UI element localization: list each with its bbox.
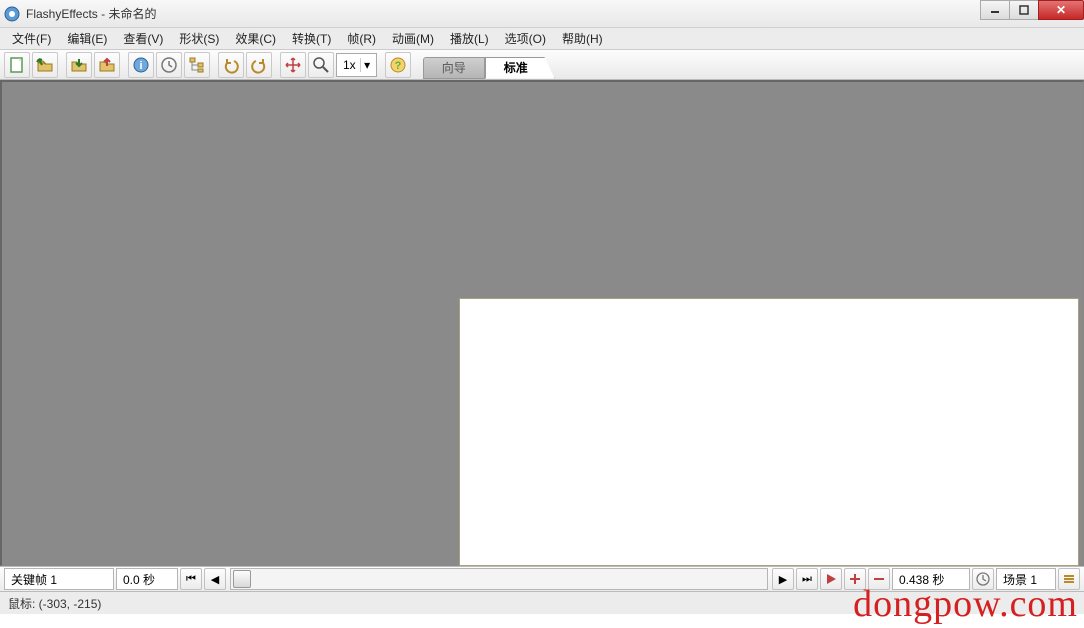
- menu-effect[interactable]: 效果(C): [227, 28, 284, 49]
- first-frame-button[interactable]: ⏮: [180, 568, 202, 590]
- new-button[interactable]: [4, 52, 30, 78]
- timeline-bar: 关键帧 1 0.0 秒 ⏮ ◀ ▶ ⏭ 0.438 秒 场景 1: [0, 566, 1084, 592]
- prev-frame-button[interactable]: ◀: [204, 568, 226, 590]
- timeline-slider[interactable]: [230, 568, 768, 590]
- menu-convert[interactable]: 转换(T): [284, 28, 339, 49]
- info-button[interactable]: i: [128, 52, 154, 78]
- menubar: 文件(F) 编辑(E) 查看(V) 形状(S) 效果(C) 转换(T) 帧(R)…: [0, 28, 1084, 50]
- play-button[interactable]: [820, 568, 842, 590]
- menu-play[interactable]: 播放(L): [442, 28, 497, 49]
- window-controls: ✕: [981, 0, 1084, 20]
- keyframe-field[interactable]: 关键帧 1: [4, 568, 114, 590]
- history-button[interactable]: [156, 52, 182, 78]
- last-frame-button[interactable]: ⏭: [796, 568, 818, 590]
- workspace[interactable]: [0, 80, 1084, 566]
- hierarchy-button[interactable]: [184, 52, 210, 78]
- menu-frame[interactable]: 帧(R): [339, 28, 384, 49]
- zoom-button[interactable]: [308, 52, 334, 78]
- next-frame-button[interactable]: ▶: [772, 568, 794, 590]
- add-frame-button[interactable]: [844, 568, 866, 590]
- open-button[interactable]: [32, 52, 58, 78]
- scene-field[interactable]: 场景 1: [996, 568, 1056, 590]
- titlebar: FlashyEffects - 未命名的 ✕: [0, 0, 1084, 28]
- export-button[interactable]: [94, 52, 120, 78]
- clock-button[interactable]: [972, 568, 994, 590]
- remove-frame-button[interactable]: [868, 568, 890, 590]
- menu-file[interactable]: 文件(F): [4, 28, 59, 49]
- dropdown-arrow-icon: ▾: [360, 58, 374, 72]
- canvas[interactable]: [459, 298, 1079, 566]
- tab-standard[interactable]: 标准: [485, 57, 555, 79]
- close-button[interactable]: ✕: [1038, 0, 1084, 20]
- menu-animation[interactable]: 动画(M): [384, 28, 442, 49]
- move-button[interactable]: [280, 52, 306, 78]
- menu-help[interactable]: 帮助(H): [554, 28, 611, 49]
- mouse-position: 鼠标: (-303, -215): [8, 595, 101, 612]
- zoom-value: 1x: [343, 58, 356, 72]
- minimize-button[interactable]: [980, 0, 1010, 20]
- menu-view[interactable]: 查看(V): [115, 28, 171, 49]
- scene-menu-button[interactable]: [1058, 568, 1080, 590]
- duration-field[interactable]: 0.438 秒: [892, 568, 970, 590]
- tab-wizard[interactable]: 向导: [423, 57, 485, 79]
- menu-edit[interactable]: 编辑(E): [59, 28, 115, 49]
- slider-thumb[interactable]: [233, 570, 251, 588]
- window-title: FlashyEffects - 未命名的: [26, 5, 1080, 22]
- toolbar: i 1x ▾ ? 向导 标准: [0, 50, 1084, 80]
- menu-options[interactable]: 选项(O): [497, 28, 554, 49]
- svg-text:i: i: [139, 60, 142, 72]
- help-button[interactable]: ?: [385, 52, 411, 78]
- app-icon: [4, 6, 20, 22]
- save-button[interactable]: [66, 52, 92, 78]
- menu-shape[interactable]: 形状(S): [171, 28, 227, 49]
- time-field[interactable]: 0.0 秒: [116, 568, 178, 590]
- undo-button[interactable]: [218, 52, 244, 78]
- maximize-button[interactable]: [1009, 0, 1039, 20]
- mode-tabs: 向导 标准: [423, 51, 555, 79]
- svg-text:?: ?: [394, 60, 401, 72]
- redo-button[interactable]: [246, 52, 272, 78]
- statusbar: 鼠标: (-303, -215): [0, 592, 1084, 614]
- zoom-select[interactable]: 1x ▾: [336, 53, 377, 77]
